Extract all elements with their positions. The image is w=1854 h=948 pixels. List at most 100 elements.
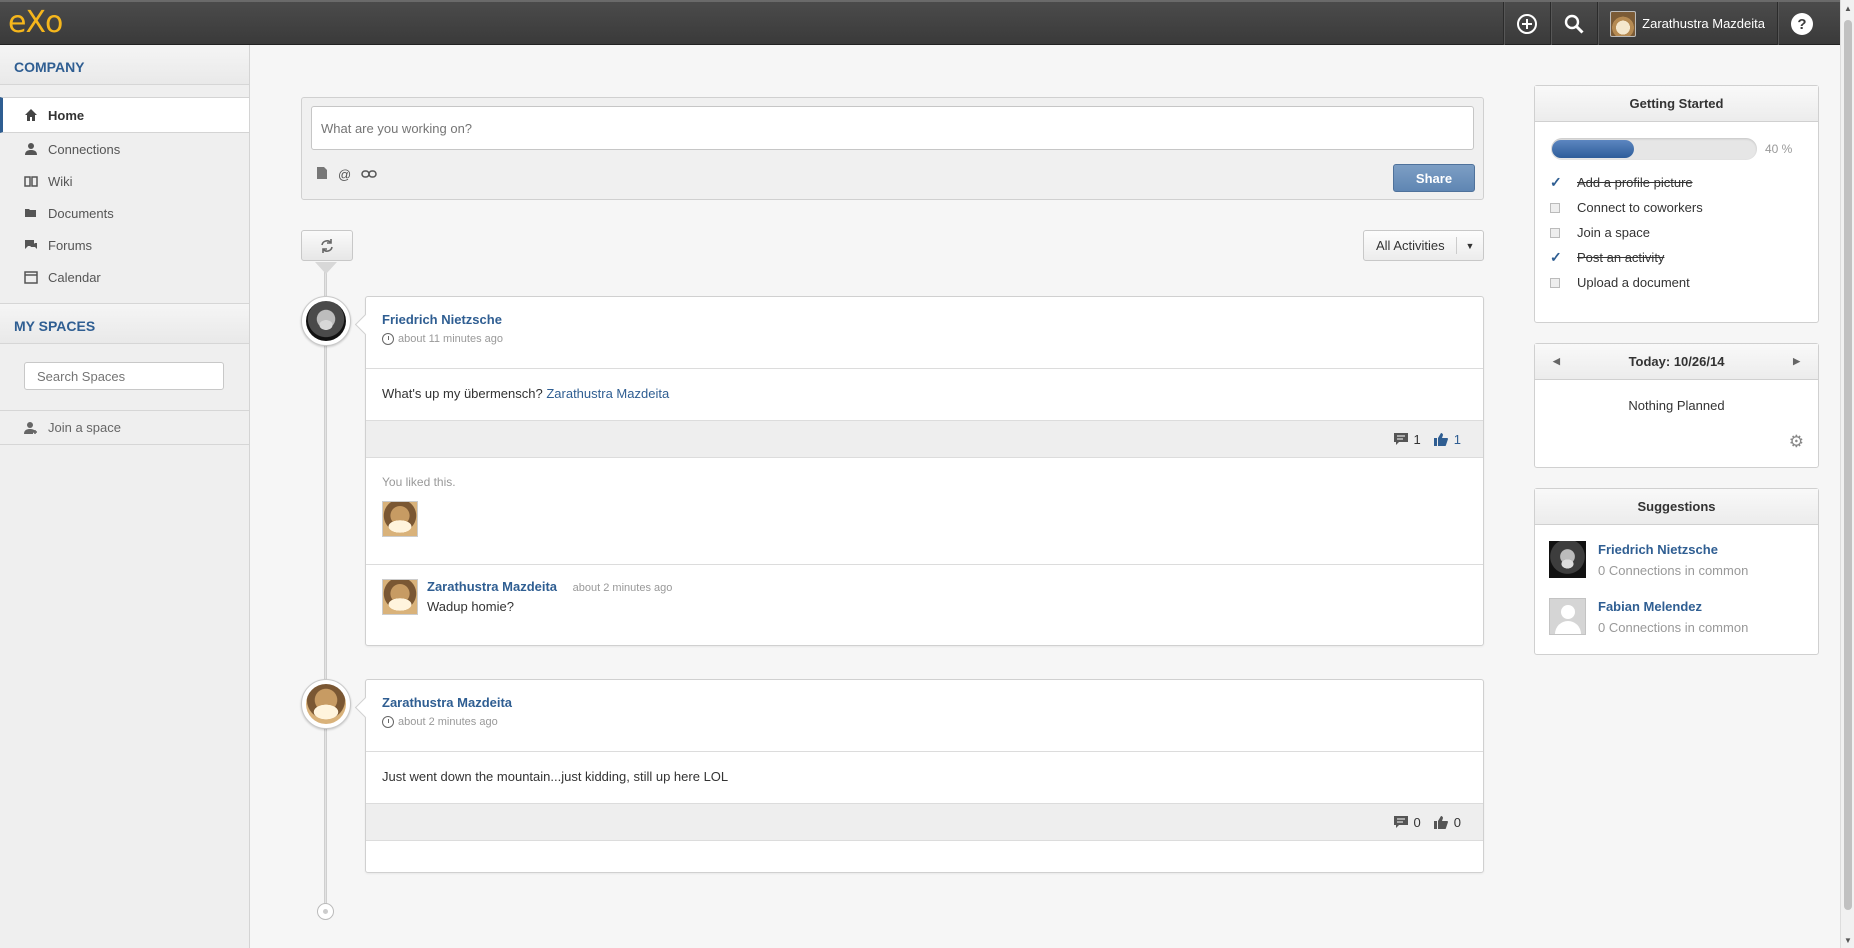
suggestion-common: 0 Connections in common: [1598, 562, 1749, 578]
attach-file-icon[interactable]: [316, 166, 328, 183]
top-navigation-bar: eXo Zarathustra Mazdeita ?: [0, 0, 1840, 45]
scroll-up-arrow-icon[interactable]: ▲: [1844, 4, 1852, 13]
home-icon: [24, 108, 38, 122]
comment-time: about 2 minutes ago: [572, 582, 673, 594]
chevron-left-icon[interactable]: ◀: [1553, 356, 1560, 367]
activity-avatar[interactable]: [301, 296, 351, 346]
activity-filter-dropdown[interactable]: All Activities ▼: [1363, 230, 1484, 261]
search-spaces-input[interactable]: [24, 362, 224, 390]
getting-started-widget: Getting Started 40 % ✓ Add a profile pic…: [1534, 85, 1819, 323]
checkbox-icon: [1550, 200, 1562, 216]
activity-filter-label: All Activities: [1376, 238, 1445, 253]
checkmark-icon: ✓: [1550, 249, 1562, 265]
thumbs-up-icon: [1433, 432, 1448, 446]
gs-item-add-profile-picture[interactable]: ✓ Add a profile picture: [1535, 170, 1818, 195]
top-nav-actions: Zarathustra Mazdeita ?: [1503, 2, 1840, 45]
sidebar-item-documents[interactable]: Documents: [0, 197, 249, 229]
activity-avatar[interactable]: [301, 679, 351, 729]
activity-time: about 11 minutes ago: [382, 333, 1467, 345]
user-menu[interactable]: Zarathustra Mazdeita: [1597, 2, 1777, 45]
like-count: 0: [1453, 814, 1461, 830]
exo-logo[interactable]: eXo: [8, 8, 63, 38]
help-button[interactable]: ?: [1777, 2, 1840, 45]
progress-bar: [1551, 138, 1757, 160]
add-button[interactable]: [1503, 2, 1550, 45]
activity-content: What's up my übermensch? Zarathustra Maz…: [366, 369, 1483, 421]
comment-icon: [1393, 433, 1408, 445]
checkbox-icon: [1550, 275, 1562, 291]
comment-button[interactable]: 1: [1393, 432, 1421, 447]
getting-started-title: Getting Started: [1535, 86, 1818, 122]
comment-author[interactable]: Zarathustra Mazdeita: [427, 579, 557, 594]
gs-item-post-activity[interactable]: ✓ Post an activity: [1535, 245, 1818, 270]
timeline-end-dot: [317, 903, 334, 920]
commenter-avatar[interactable]: [382, 579, 418, 615]
suggestions-widget: Suggestions Friedrich Nietzsche 0 Connec…: [1534, 488, 1819, 655]
gear-icon[interactable]: ⚙: [1789, 432, 1804, 452]
mention-link[interactable]: Zarathustra Mazdeita: [546, 386, 669, 401]
clock-icon: [382, 333, 394, 345]
comment-button[interactable]: 0: [1393, 815, 1421, 830]
calendar-title: Today: 10/26/14: [1628, 354, 1725, 369]
person-icon: [24, 142, 38, 156]
suggestion-name[interactable]: Friedrich Nietzsche: [1598, 542, 1748, 557]
comment-icon: [1393, 816, 1408, 828]
join-space-link[interactable]: Join a space: [0, 411, 249, 445]
sidebar-item-wiki[interactable]: Wiki: [0, 165, 249, 197]
sidebar-item-forums[interactable]: Forums: [0, 229, 249, 261]
sidebar-item-connections[interactable]: Connections: [0, 133, 249, 165]
refresh-button[interactable]: [301, 230, 353, 261]
sidebar-item-home[interactable]: Home: [0, 97, 249, 133]
suggestion-item: Fabian Melendez 0 Connections in common: [1535, 582, 1818, 639]
suggestion-avatar[interactable]: [1549, 541, 1586, 578]
help-icon: ?: [1791, 12, 1813, 35]
join-space-label: Join a space: [48, 420, 121, 435]
suggestion-name[interactable]: Fabian Melendez: [1598, 599, 1748, 614]
sidebar-item-label: Home: [48, 107, 85, 123]
suggestion-common: 0 Connections in common: [1598, 619, 1749, 635]
suggestions-title: Suggestions: [1535, 489, 1818, 525]
page-scrollbar[interactable]: ▲ ▼: [1840, 0, 1854, 948]
my-spaces-title[interactable]: MY SPACES: [0, 304, 249, 344]
activity-time: about 2 minutes ago: [382, 716, 1467, 728]
activity-author[interactable]: Zarathustra Mazdeita: [382, 695, 1467, 710]
liker-avatar[interactable]: [382, 501, 418, 537]
activity-card: Friedrich Nietzsche about 11 minutes ago…: [365, 296, 1484, 646]
activity-time-text: about 2 minutes ago: [398, 716, 498, 728]
add-person-icon: [24, 421, 38, 435]
sidebar-item-label: Calendar: [48, 269, 101, 285]
activity-text: What's up my übermensch?: [382, 386, 543, 401]
scroll-down-arrow-icon[interactable]: ▼: [1844, 936, 1852, 945]
gs-item-label: Upload a document: [1577, 275, 1690, 290]
link-icon[interactable]: [361, 167, 377, 182]
likes-section: You liked this.: [366, 458, 1483, 565]
gs-item-upload-document[interactable]: Upload a document: [1535, 270, 1818, 295]
user-name: Zarathustra Mazdeita: [1642, 16, 1765, 31]
company-title[interactable]: COMPANY: [0, 45, 249, 85]
sidebar-item-calendar[interactable]: Calendar: [0, 261, 249, 293]
scrollbar-thumb[interactable]: [1844, 20, 1852, 910]
share-button[interactable]: Share: [1393, 164, 1475, 192]
book-icon: [24, 174, 38, 188]
left-sidebar: COMPANY Home Connections Wiki Documents …: [0, 45, 250, 948]
activity-author[interactable]: Friedrich Nietzsche: [382, 312, 1467, 327]
suggestion-avatar[interactable]: [1549, 598, 1586, 635]
liked-text: You liked this.: [382, 475, 456, 489]
chevron-right-icon[interactable]: ▶: [1793, 356, 1800, 367]
sidebar-item-label: Documents: [48, 205, 114, 221]
activity-input[interactable]: [311, 106, 1474, 150]
progress-bar-fill: [1552, 140, 1635, 158]
search-button[interactable]: [1550, 2, 1597, 45]
gs-item-connect-coworkers[interactable]: Connect to coworkers: [1535, 195, 1818, 220]
checkmark-icon: ✓: [1550, 174, 1562, 190]
like-button[interactable]: 0: [1433, 815, 1461, 830]
mention-icon[interactable]: @: [338, 167, 351, 182]
activity-card: Zarathustra Mazdeita about 2 minutes ago…: [365, 679, 1484, 873]
like-button[interactable]: 1: [1433, 432, 1461, 447]
getting-started-progress: 40 %: [1535, 122, 1818, 170]
refresh-icon: [321, 238, 333, 253]
timeline-line: [324, 270, 327, 910]
checkbox-icon: [1550, 225, 1562, 241]
gs-item-join-space[interactable]: Join a space: [1535, 220, 1818, 245]
avatar-image: [306, 684, 346, 724]
